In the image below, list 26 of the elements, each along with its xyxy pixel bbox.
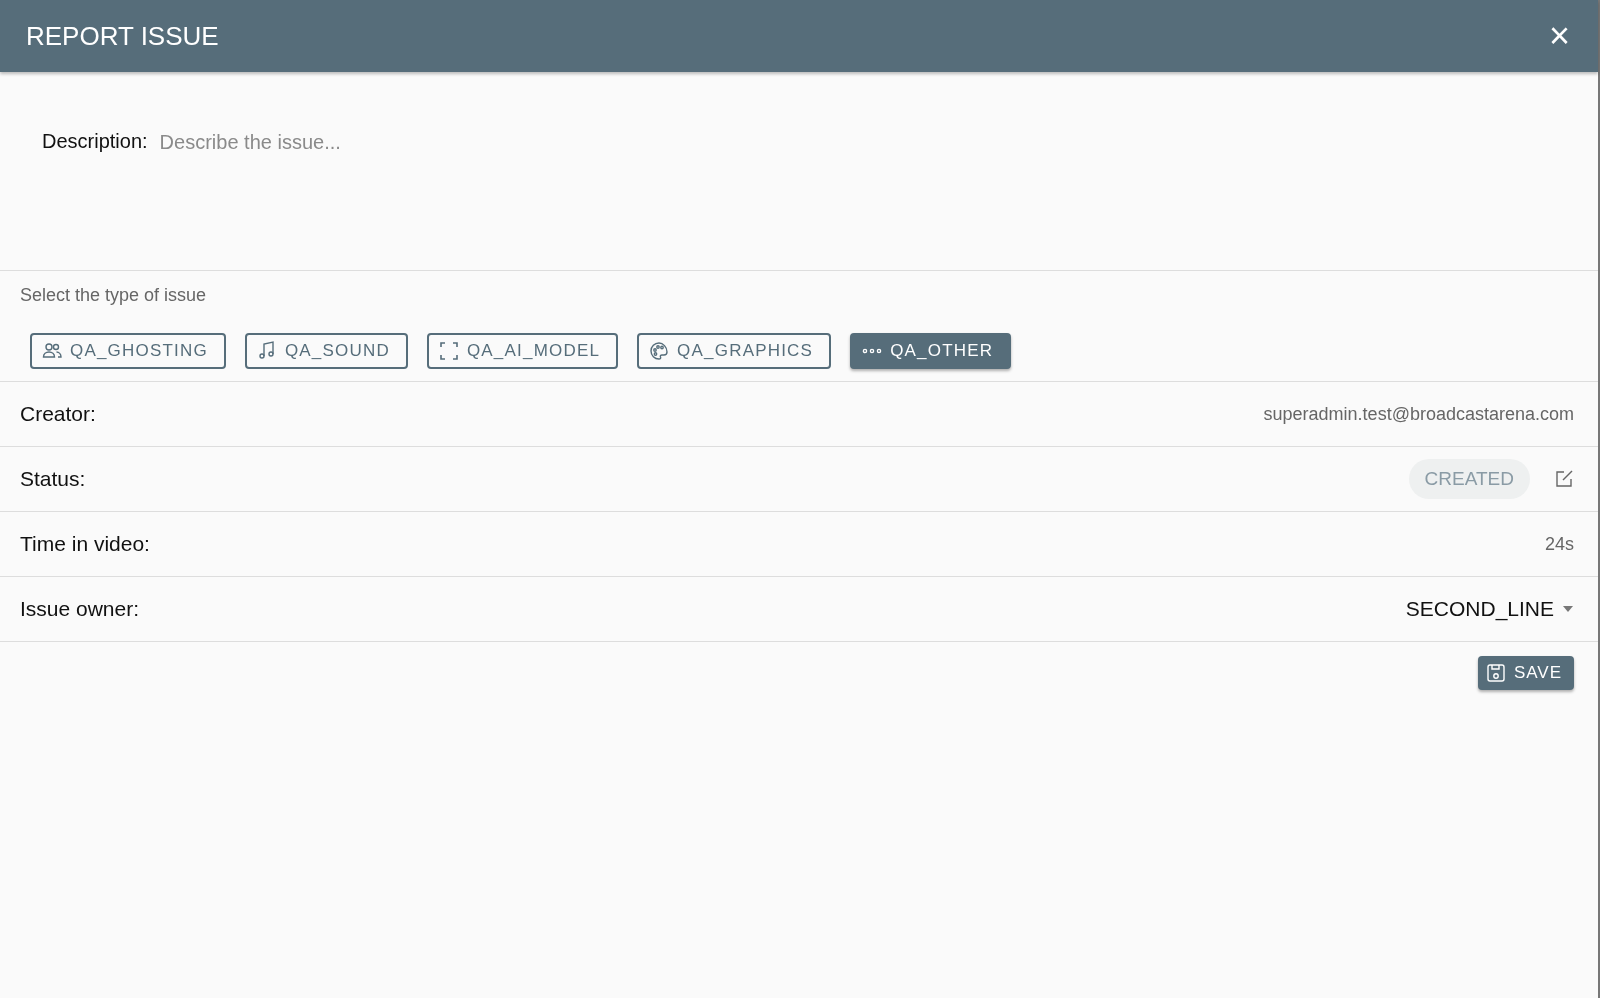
field-value: superadmin.test@broadcastarena.com (1263, 403, 1574, 425)
issue-type-button[interactable]: QA_AI_MODEL (426, 333, 619, 369)
type-prompt: Select the type of issue (20, 285, 208, 306)
issue-type-button[interactable]: QA_GRAPHICS (637, 333, 832, 369)
description-field[interactable]: Describe the issue... (157, 124, 762, 160)
owner-dropdown[interactable]: SECOND_LINE (1405, 597, 1574, 621)
issue-type-button[interactable]: QA_SOUND (244, 333, 408, 369)
status-badge: CREATED (1408, 459, 1530, 499)
edit-icon (1554, 469, 1574, 489)
caret-icon (1562, 605, 1574, 613)
dialog-title: REPORT ISSUE (26, 20, 219, 52)
frame-corners-icon (438, 341, 459, 361)
people-icon (42, 341, 62, 361)
issue-type-button[interactable]: QA_OTHER (850, 333, 1012, 369)
edit-button[interactable] (1554, 469, 1574, 489)
music-note-icon (256, 341, 277, 361)
close-button[interactable]: × (1544, 18, 1574, 54)
save-button[interactable]: SAVE (1477, 656, 1574, 690)
palette-icon (649, 341, 670, 361)
field-label: Creator: (20, 402, 96, 426)
field-label: Status: (20, 467, 86, 491)
field-value: 24s (1544, 533, 1574, 555)
field-label: Time in video: (20, 532, 150, 556)
issue-type-button[interactable]: QA_GHOSTING (30, 333, 226, 369)
field-label: Issue owner: (20, 597, 140, 621)
description-label: Description: (42, 129, 148, 154)
